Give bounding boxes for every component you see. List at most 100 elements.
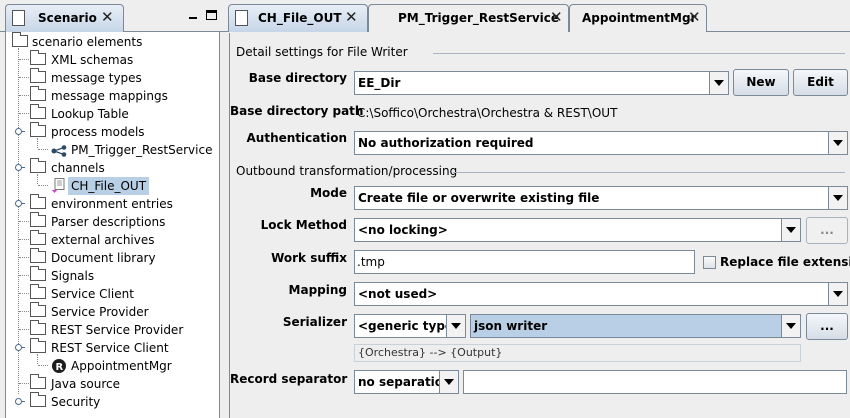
serializer-more-button[interactable]: ...: [806, 313, 848, 340]
scenario-tree: scenario elements XML schemas message ty…: [5, 32, 220, 418]
tree-expand-handle[interactable]: [15, 164, 25, 172]
folder-icon: [30, 158, 46, 173]
rest-client-icon: R: [51, 358, 67, 374]
folder-icon: [30, 122, 46, 137]
lock-method-value: <no locking>: [358, 223, 448, 237]
tab-label: PM_Trigger_RestService: [398, 11, 560, 25]
new-button[interactable]: New: [733, 69, 789, 96]
tree-expand-handle[interactable]: [15, 344, 25, 352]
folder-icon: [30, 50, 46, 65]
replace-file-extension-checkbox[interactable]: [703, 256, 716, 269]
folder-icon: [30, 392, 46, 407]
tree-item-label: Service Client: [51, 287, 134, 301]
folder-icon: [30, 212, 46, 227]
tree-item-label: REST Service Client: [51, 341, 169, 355]
file-writer-form: Detail settings for File Writer Base dir…: [229, 33, 850, 418]
tab-appointmentmgr[interactable]: AppointmentMgr ✕: [569, 4, 707, 32]
close-icon[interactable]: ✕: [345, 8, 358, 26]
tree-item-label: PM_Trigger_RestService: [71, 143, 213, 157]
work-suffix-field[interactable]: [354, 250, 695, 274]
record-separator-label: Record separator: [230, 372, 348, 386]
serializer-info: {Orchestra} --> {Output}: [354, 344, 801, 362]
document-icon: [12, 10, 25, 26]
chevron-down-icon[interactable]: [781, 219, 800, 241]
minimize-icon[interactable]: [186, 8, 200, 22]
file-channel-icon: [52, 178, 66, 194]
tree-item-label: external archives: [51, 233, 155, 247]
tree-item-label: message mappings: [51, 89, 168, 103]
tree-root-label: scenario elements: [32, 35, 143, 49]
base-directory-value: EE_Dir: [358, 76, 401, 90]
folder-icon: [30, 194, 46, 209]
tree-expand-handle[interactable]: [15, 398, 25, 406]
maximize-icon[interactable]: [206, 10, 217, 20]
section-divider: [453, 172, 845, 173]
base-directory-path-label: Base directory path: [230, 104, 364, 118]
close-icon[interactable]: ✕: [550, 8, 563, 26]
serializer-combo[interactable]: json writer: [470, 314, 801, 338]
lock-method-more-button[interactable]: ...: [806, 217, 848, 244]
tree-item-label: Security: [51, 395, 101, 409]
folder-icon: [30, 230, 46, 245]
record-separator-combo[interactable]: no separation: [354, 370, 459, 394]
folder-icon: [30, 266, 46, 281]
tab-scenario-label: Scenario: [38, 11, 97, 25]
tab-scenario[interactable]: Scenario ✕: [5, 4, 124, 32]
mapping-combo[interactable]: <not used>: [354, 282, 848, 306]
base-directory-label: Base directory: [248, 71, 347, 85]
tree-item-label: Document library: [51, 251, 156, 265]
work-suffix-label: Work suffix: [271, 251, 347, 265]
mode-label: Mode: [310, 186, 347, 200]
edit-button[interactable]: Edit: [793, 69, 848, 96]
tree-item-label: channels: [51, 161, 105, 175]
close-icon[interactable]: ✕: [688, 8, 701, 26]
tree-expand-handle[interactable]: [15, 200, 25, 208]
mapping-value: <not used>: [358, 287, 438, 301]
close-icon[interactable]: ✕: [101, 8, 114, 26]
chevron-down-icon[interactable]: [828, 132, 847, 154]
folder-icon: [30, 374, 46, 389]
replace-file-extension-label: Replace file extension: [720, 255, 850, 269]
tree-expand-handle[interactable]: [15, 128, 25, 136]
scenario-tabbar: Scenario ✕: [0, 0, 224, 32]
chevron-down-icon[interactable]: [709, 72, 728, 94]
folder-icon: [30, 248, 46, 263]
chevron-down-icon[interactable]: [446, 315, 465, 337]
record-separator-input[interactable]: [466, 373, 844, 391]
chevron-down-icon[interactable]: [828, 283, 847, 305]
chevron-down-icon[interactable]: [828, 187, 847, 209]
chevron-down-icon[interactable]: [781, 315, 800, 337]
tree-item-label: Java source: [51, 377, 121, 391]
tab-ch-file-out[interactable]: CH_File_OUT ✕: [228, 4, 368, 32]
authentication-label: Authentication: [246, 131, 348, 145]
authentication-combo[interactable]: No authorization required: [354, 131, 848, 155]
folder-icon: [30, 284, 46, 299]
serializer-label: Serializer: [282, 315, 347, 329]
work-suffix-input[interactable]: [357, 253, 692, 271]
scenario-panel: Scenario ✕ scenario elements XML schemas…: [0, 0, 224, 418]
record-separator-field[interactable]: [463, 370, 847, 394]
record-separator-value: no separation: [358, 375, 452, 389]
svg-text:R: R: [56, 362, 64, 373]
tab-label: CH_File_OUT: [258, 11, 342, 25]
chevron-down-icon[interactable]: [439, 371, 458, 393]
tree-item-label: Parser descriptions: [51, 215, 166, 229]
process-model-icon: [51, 144, 67, 157]
tree-connector: [37, 138, 38, 148]
editor-tabbar: CH_File_OUT ✕ PM_Trigger_RestService ✕ A…: [224, 0, 850, 32]
lock-method-combo[interactable]: <no locking>: [354, 218, 801, 242]
tree-item-label: CH_File_OUT: [68, 177, 150, 195]
section-detail-settings-title: Detail settings for File Writer: [236, 45, 408, 59]
folder-icon: [30, 86, 46, 101]
serializer-type-combo[interactable]: <generic type>: [354, 314, 466, 338]
mode-value: Create file or overwrite existing file: [358, 191, 600, 205]
tree-item-label: AppointmentMgr: [71, 359, 172, 373]
base-directory-combo[interactable]: EE_Dir: [354, 71, 729, 95]
mode-combo[interactable]: Create file or overwrite existing file: [354, 186, 848, 210]
tab-label: AppointmentMgr: [582, 11, 697, 25]
folder-icon: [30, 104, 46, 119]
folder-icon: [30, 338, 46, 353]
tab-pm-trigger-restservice[interactable]: PM_Trigger_RestService ✕: [368, 4, 569, 32]
mapping-label: Mapping: [288, 283, 347, 297]
serializer-value: json writer: [474, 319, 548, 333]
